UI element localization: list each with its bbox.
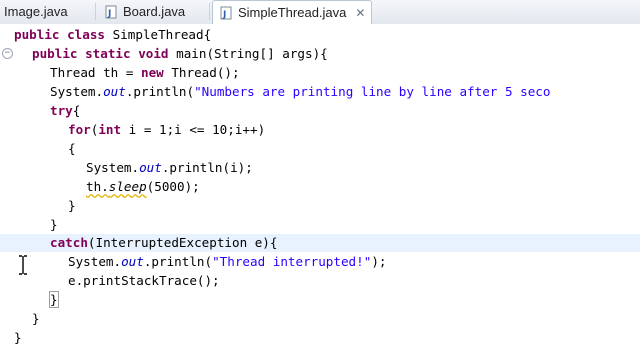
editor-tab-bar: Image.java J Board.java J SimpleThread.j… [0,0,640,25]
code-line: Thread th = new Thread(); [50,65,240,80]
tab-label: SimpleThread.java [238,5,347,20]
tab-simplethread-java[interactable]: J SimpleThread.java ✕ [212,0,372,24]
code-line: System.out.println("Thread interrupted!"… [68,254,387,269]
code-line: } [50,217,58,232]
code-line: for(int i = 1;i <= 10;i++) [68,122,266,137]
svg-text:J: J [222,10,226,20]
tab-board-java[interactable]: J Board.java [98,0,210,23]
code-line: } [32,311,40,326]
code-line: } [68,198,76,213]
java-file-icon: J [104,5,118,19]
tab-label: Board.java [123,4,186,19]
tab-label: Image.java [4,4,68,19]
code-line: e.printStackTrace(); [68,273,220,288]
code-line: try{ [50,103,81,118]
code-line: { [68,141,76,156]
current-line-highlight: catch(InterruptedException e){ [0,234,640,252]
matching-bracket: } [49,291,59,308]
code-line: th.sleep(5000); [86,179,200,194]
code-editor[interactable]: − public class SimpleThread{ public stat… [0,24,640,360]
tab-image-java[interactable]: Image.java [0,0,96,23]
code-line: System.out.println(i); [86,160,253,175]
close-icon[interactable]: ✕ [355,7,365,19]
code-line: System.out.println("Numbers are printing… [50,84,551,99]
code-line: public static void main(String[] args){ [32,46,328,61]
svg-text:J: J [107,9,111,19]
code-line: public class SimpleThread{ [14,27,212,42]
code-line: } [0,291,640,309]
text-cursor-icon [17,255,29,275]
java-file-icon: J [219,6,233,20]
code-line: } [14,330,22,345]
